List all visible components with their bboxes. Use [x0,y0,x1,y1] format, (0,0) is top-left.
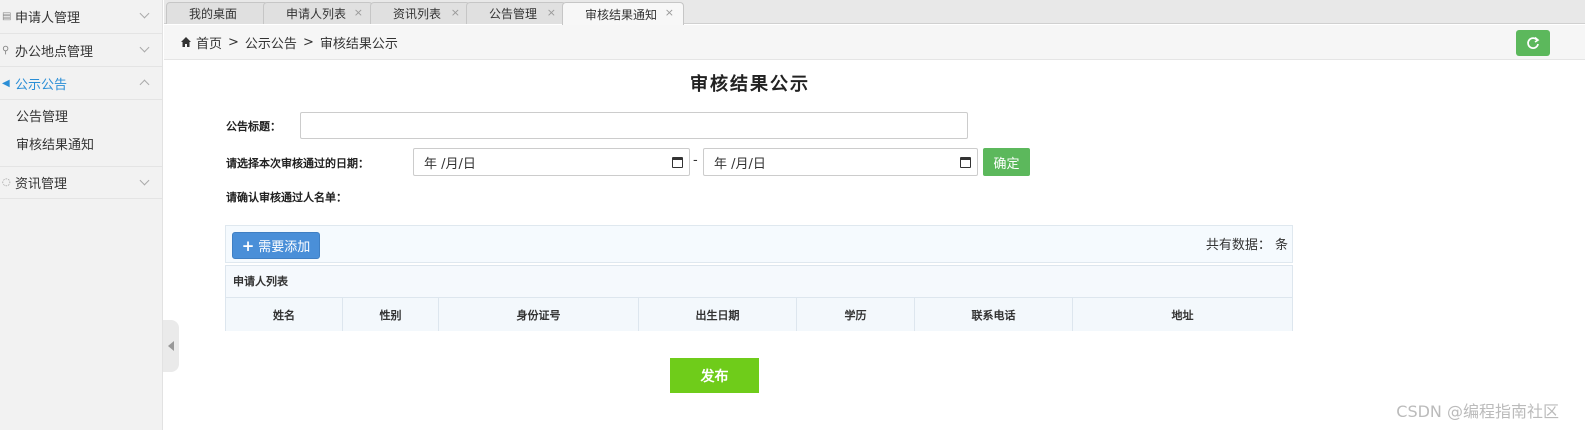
breadcrumb-separator: > [228,34,239,50]
column-header-address: 地址 [1171,308,1194,322]
add-button[interactable]: + 需要添加 [232,232,320,259]
close-icon[interactable]: × [451,6,460,19]
date-to-input[interactable]: 年 /月/日 [703,148,978,176]
tab-label: 公告管理 [489,7,538,21]
tab-my-desktop[interactable]: 我的桌面 [166,2,268,24]
tab-announcement-management[interactable]: 公告管理 × [466,2,566,24]
refresh-icon [1527,36,1540,49]
date-from-input[interactable]: 年 /月/日 [413,148,690,176]
close-icon[interactable]: × [665,6,674,19]
users-icon: ▤ [2,11,12,22]
tab-news-list[interactable]: 资讯列表 × [370,2,470,24]
table-header: 姓名 性别 身份证号 出生日期 学历 联系电话 地址 [226,298,1292,331]
column-header-phone: 联系电话 [915,298,1073,331]
chevron-down-icon [139,8,150,19]
tab-label: 我的桌面 [189,7,238,21]
column-header-gender: 性别 [343,298,439,331]
date-to-placeholder: 年 /月/日 [714,156,766,172]
sidebar-item-announcements[interactable]: ◀ 公示公告 [0,67,162,100]
close-icon[interactable]: × [354,6,363,19]
tab-label: 申请人列表 [286,7,347,21]
add-button-label: 需要添加 [258,240,311,255]
watermark: CSDN @编程指南社区 [1396,402,1559,421]
list-toolbar: + 需要添加 共有数据： 条 [225,225,1293,263]
confirm-list-label: 请确认审核通过人名单： [226,191,347,204]
date-range-label: 请选择本次审核通过的日期： [226,157,369,170]
column-header-birth-date: 出生日期 [639,298,797,331]
publish-button[interactable]: 发布 [670,358,759,393]
chevron-down-icon [139,175,150,186]
plus-icon: + [241,236,255,255]
column-header-id-number: 身份证号 [439,298,639,331]
announcement-title-input[interactable] [300,112,968,139]
column-header-education: 学历 [797,298,915,331]
tab-label: 审核结果通知 [585,7,658,22]
sidebar-submenu: 公告管理 审核结果通知 [0,100,162,166]
tabs-bar: 我的桌面 申请人列表 × 资讯列表 × 公告管理 × 审核结果通知 × [164,0,1585,25]
speaker-icon: ◀ [2,77,10,89]
close-icon[interactable]: × [547,6,556,19]
triangle-left-icon [168,341,174,351]
chevron-down-icon [139,42,150,53]
tab-applicant-list[interactable]: 申请人列表 × [263,2,373,24]
calendar-icon[interactable] [672,157,683,168]
sidebar-item-label: 申请人管理 [15,11,81,26]
sidebar-item-office-locations[interactable]: ⚲ 办公地点管理 [0,34,162,67]
table-caption: 申请人列表 [226,266,1292,298]
refresh-button[interactable] [1516,30,1550,56]
column-header-name: 姓名 [226,298,343,331]
tab-label: 资讯列表 [393,7,442,21]
sidebar-subitem-announcement-management[interactable]: 公告管理 [0,104,162,132]
breadcrumb-current: 审核结果公示 [319,36,398,52]
announcement-title-label: 公告标题： [226,120,281,133]
sidebar-item-label: 公示公告 [15,77,68,93]
sidebar-subitem-review-result-notice[interactable]: 审核结果通知 [0,132,162,160]
sidebar-item-label: 资讯管理 [15,177,68,192]
sidebar-collapse-handle[interactable] [163,320,179,372]
sidebar-item-news[interactable]: ◌ 资讯管理 [0,166,162,199]
total-count: 共有数据： 条 [1205,238,1288,253]
breadcrumb-home[interactable]: 首页 [196,33,222,52]
sidebar: ▤ 申请人管理 ⚲ 办公地点管理 ◀ 公示公告 公告管理 审核结果通知 ◌ 资讯… [0,0,163,430]
page-title: 审核结果公示 [690,74,810,95]
chevron-up-icon [139,79,150,90]
chat-bubble-icon: ◌ [2,177,11,188]
sidebar-item-label: 办公地点管理 [15,44,94,60]
date-from-placeholder: 年 /月/日 [424,156,476,172]
home-icon [181,37,191,47]
confirm-button[interactable]: 确定 [983,148,1030,176]
calendar-icon[interactable] [960,157,971,168]
date-separator: - [693,153,698,168]
sidebar-item-applicants[interactable]: ▤ 申请人管理 [0,0,162,34]
location-pin-icon: ⚲ [2,44,10,56]
tab-review-result-notice[interactable]: 审核结果通知 × [562,2,684,25]
breadcrumb-separator: > [302,34,314,50]
breadcrumb: 首页 > 公示公告 > 审核结果公示 [164,25,1585,60]
applicant-list-table: 申请人列表 姓名 性别 身份证号 出生日期 学历 联系电话 地址 [225,265,1293,331]
breadcrumb-level1[interactable]: 公示公告 [245,33,297,52]
